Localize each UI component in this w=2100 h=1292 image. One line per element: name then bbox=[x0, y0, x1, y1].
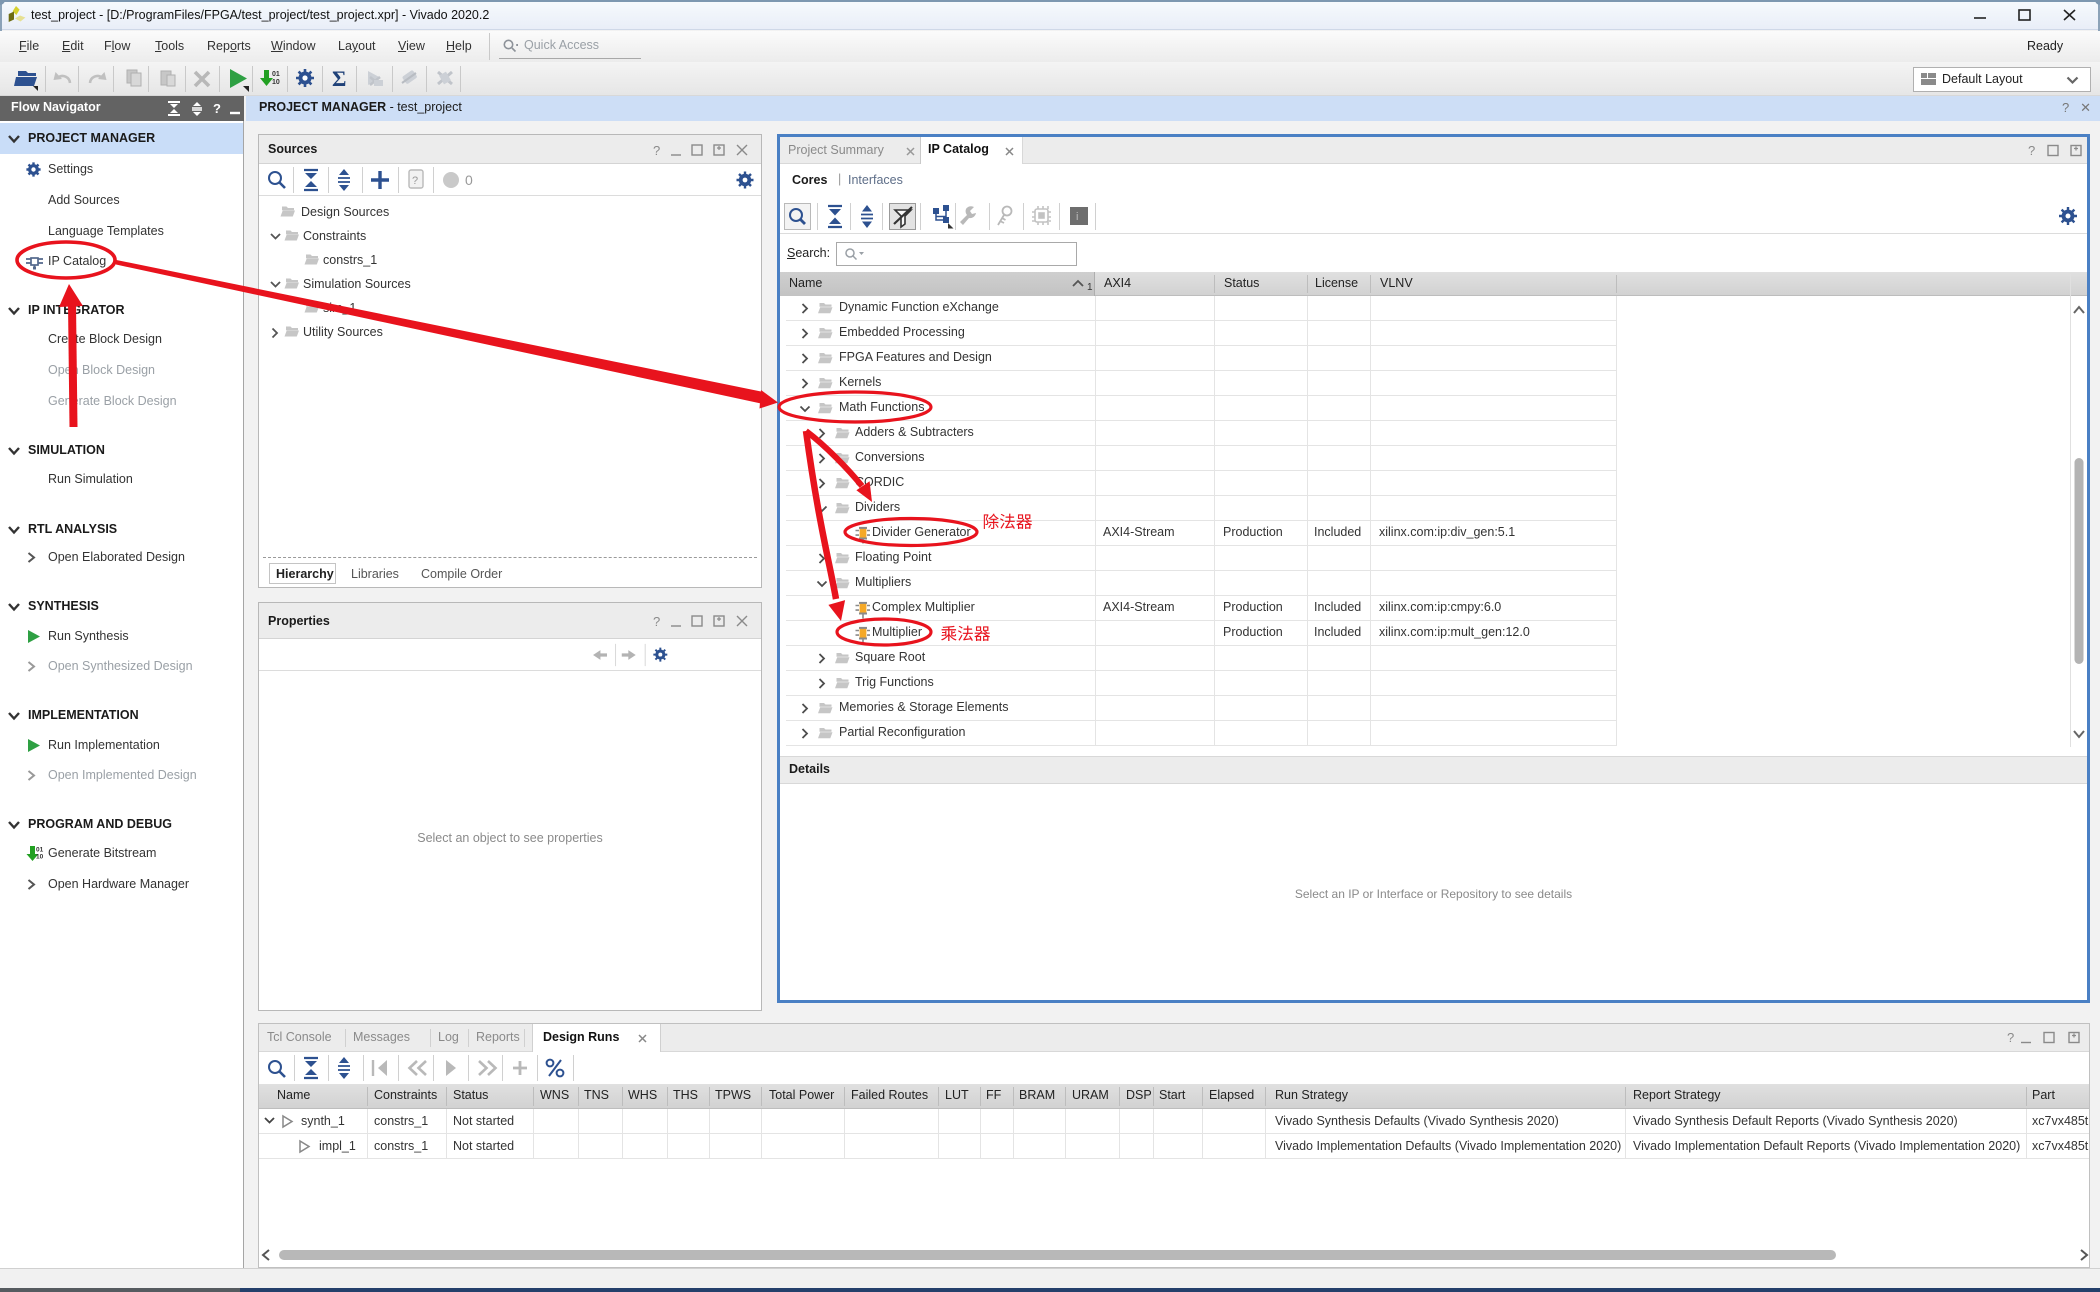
svg-text:0: 0 bbox=[465, 172, 473, 188]
svg-text:?: ? bbox=[653, 614, 660, 628]
svg-text:i: i bbox=[1076, 211, 1078, 223]
svg-text:01: 01 bbox=[36, 847, 44, 854]
svg-text:?: ? bbox=[2007, 1031, 2014, 1044]
svg-text:?: ? bbox=[412, 175, 418, 187]
svg-text:1: 1 bbox=[1087, 282, 1093, 292]
svg-text:?: ? bbox=[213, 101, 221, 116]
svg-text:10: 10 bbox=[272, 79, 280, 86]
svg-text:10: 10 bbox=[36, 854, 44, 861]
svg-text:?: ? bbox=[2028, 144, 2035, 157]
svg-text:?: ? bbox=[653, 143, 660, 157]
svg-text:Σ: Σ bbox=[332, 66, 346, 91]
svg-text:01: 01 bbox=[272, 71, 280, 78]
